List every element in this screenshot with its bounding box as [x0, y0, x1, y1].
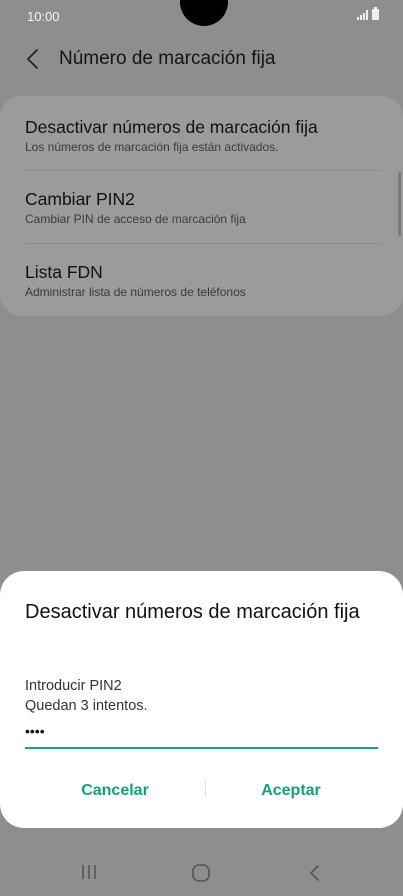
pin-dialog: Desactivar números de marcación fija Int… — [0, 571, 403, 828]
battery-icon — [372, 7, 379, 20]
setting-subtitle: Administrar lista de números de teléfono… — [25, 285, 246, 299]
recent-apps-icon[interactable] — [79, 863, 99, 881]
app-bar: Número de marcación fija — [0, 40, 403, 80]
nav-back-icon[interactable] — [306, 862, 324, 884]
scrollbar[interactable] — [398, 172, 401, 236]
signal-icon — [357, 10, 368, 20]
setting-item-disable-fdn[interactable]: Desactivar números de marcación fija Los… — [25, 116, 381, 154]
setting-subtitle: Cambiar PIN de acceso de marcación fija — [25, 212, 246, 226]
page-title: Número de marcación fija — [59, 48, 276, 69]
status-icons — [357, 7, 379, 20]
back-arrow-icon[interactable] — [22, 47, 46, 71]
navigation-bar — [0, 850, 403, 896]
setting-subtitle: Los números de marcación fija están acti… — [25, 140, 279, 154]
button-separator — [205, 781, 206, 797]
pin2-input-underline — [25, 747, 378, 749]
divider — [25, 243, 382, 244]
dialog-message-attempts: Quedan 3 intentos. — [25, 698, 148, 714]
setting-item-fdn-list[interactable]: Lista FDN Administrar lista de números d… — [25, 261, 381, 299]
settings-card: Desactivar números de marcación fija Los… — [0, 96, 403, 316]
setting-title: Desactivar números de marcación fija — [25, 117, 318, 137]
home-icon[interactable] — [191, 863, 211, 883]
setting-title: Cambiar PIN2 — [25, 189, 135, 209]
dialog-title: Desactivar números de marcación fija — [25, 601, 360, 623]
camera-notch — [180, 0, 228, 26]
status-time: 10:00 — [27, 9, 60, 24]
setting-item-change-pin2[interactable]: Cambiar PIN2 Cambiar PIN de acceso de ma… — [25, 188, 381, 226]
pin2-input[interactable]: •••• — [25, 723, 45, 739]
accept-button[interactable]: Aceptar — [210, 777, 372, 805]
setting-title: Lista FDN — [25, 262, 103, 282]
status-bar: 10:00 — [0, 0, 403, 32]
cancel-button[interactable]: Cancelar — [34, 777, 196, 805]
dialog-message-prompt: Introducir PIN2 — [25, 678, 122, 694]
divider — [25, 170, 382, 171]
